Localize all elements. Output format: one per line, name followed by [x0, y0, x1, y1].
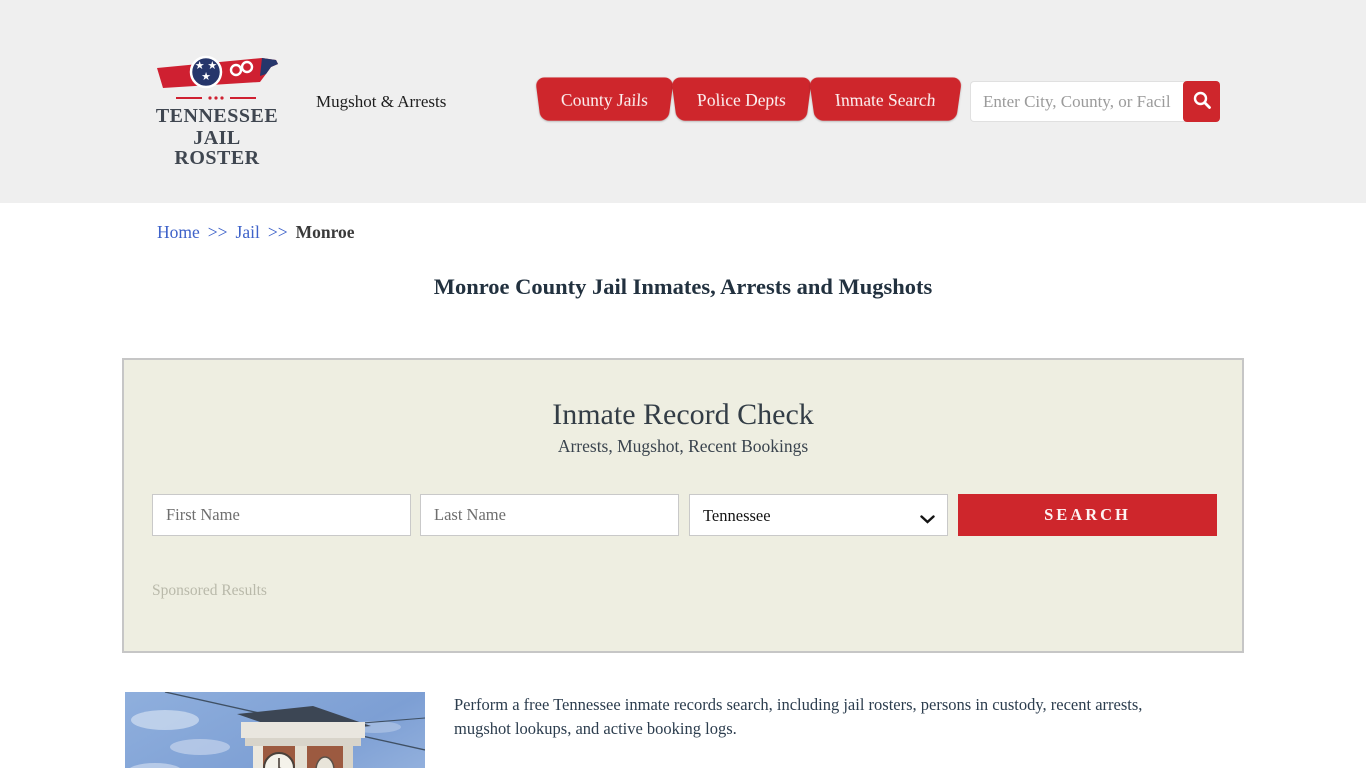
nav-county-jails-button[interactable]: County Jails [535, 77, 674, 121]
nav-police-depts-button[interactable]: Police Depts [671, 77, 812, 121]
search-icon [1191, 89, 1213, 114]
breadcrumb: Home >> Jail >> Monroe [157, 222, 355, 243]
svg-text:★: ★ [201, 71, 211, 83]
nav-inmate-search-button[interactable]: Inmate Search [808, 77, 962, 121]
inmate-search-submit-button[interactable]: SEARCH [958, 494, 1217, 536]
logo-text-line2: JAIL ROSTER [174, 127, 260, 169]
site-logo[interactable]: ★ ★ ★ TENNESSEE JAIL ROSTER [150, 52, 284, 168]
panel-heading: Inmate Record Check [552, 398, 814, 431]
page-title: Monroe County Jail Inmates, Arrests and … [433, 274, 933, 299]
breadcrumb-home-link[interactable]: Home [157, 222, 200, 242]
state-select-wrap: Tennessee [689, 494, 948, 536]
first-name-field[interactable] [152, 494, 411, 536]
site-header: ★ ★ ★ TENNESSEE JAIL ROSTER Mugshot & Ar… [0, 0, 1366, 203]
breadcrumb-separator: >> [267, 222, 288, 242]
inmate-search-form: Tennessee SEARCH [124, 494, 1242, 536]
tennessee-state-flag-icon: ★ ★ ★ [150, 52, 284, 104]
last-name-field[interactable] [420, 494, 679, 536]
main-nav: County Jails Police Depts Inmate Search [535, 77, 962, 122]
panel-subheading: Arrests, Mugshot, Recent Bookings [557, 436, 809, 456]
breadcrumb-current: Monroe [295, 222, 355, 242]
breadcrumb-jail-link[interactable]: Jail [236, 222, 260, 242]
intro-text: Perform a free Tennessee inmate records … [454, 693, 1199, 768]
intro-paragraph-1: Perform a free Tennessee inmate records … [454, 695, 1143, 739]
logo-text-line1: TENNESSEE [155, 105, 279, 127]
courthouse-photo [125, 691, 426, 768]
inmate-record-check-panel: Inmate Record Check Arrests, Mugshot, Re… [122, 358, 1244, 653]
header-search-button[interactable] [1183, 81, 1220, 122]
site-tagline: Mugshot & Arrests [316, 92, 447, 111]
breadcrumb-separator: >> [207, 222, 228, 242]
intro-paragraph-2: The Monroe County Jail is a maximum secu… [454, 765, 1199, 768]
state-select[interactable]: Tennessee [689, 494, 948, 536]
header-search [970, 81, 1220, 122]
header-search-input[interactable] [970, 81, 1186, 122]
sponsored-results-label: Sponsored Results [152, 582, 267, 599]
